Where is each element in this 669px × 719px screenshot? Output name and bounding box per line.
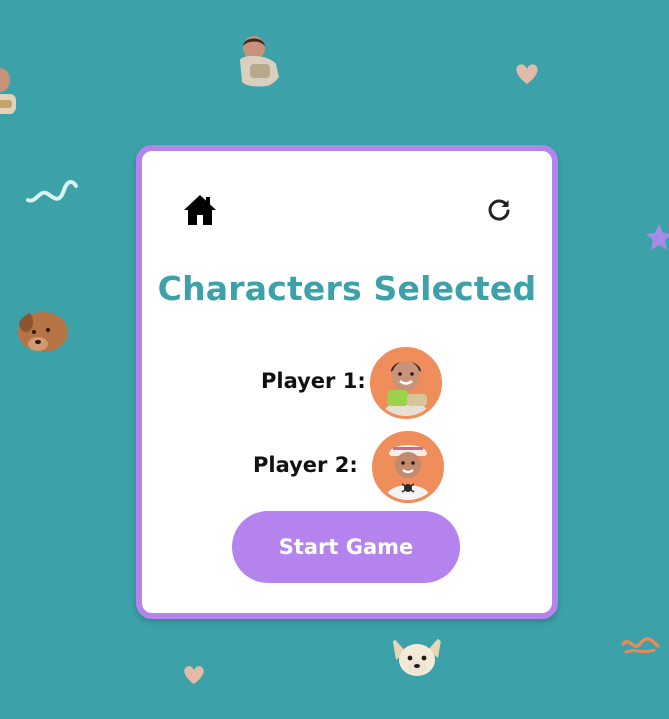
player-2-label: Player 2:	[253, 453, 358, 477]
player-1-label: Player 1:	[261, 369, 366, 393]
heart-decoration	[516, 64, 538, 84]
dog-sticker	[18, 312, 68, 352]
start-game-button[interactable]: Start Game	[232, 511, 460, 583]
player-2-row: Player 2:	[142, 431, 552, 503]
squiggle-decoration	[26, 180, 78, 203]
boy-sticker	[240, 36, 280, 87]
restart-button[interactable]	[486, 197, 512, 223]
player-1-avatar	[370, 347, 442, 419]
home-icon	[184, 195, 216, 225]
heart-decoration	[184, 666, 204, 685]
selection-card: Characters Selected Player 1: Player 2:	[136, 145, 558, 619]
boy-eating-portrait	[373, 350, 439, 416]
home-button[interactable]	[182, 193, 218, 227]
squiggle-decoration	[621, 637, 660, 654]
boy-sticker	[0, 68, 16, 114]
restart-icon	[488, 199, 510, 221]
player-1-row: Player 1:	[142, 347, 552, 419]
chihuahua-sticker	[392, 634, 442, 676]
page-title: Characters Selected	[157, 269, 537, 308]
player-2-avatar	[372, 431, 444, 503]
boy-with-cap-portrait	[375, 434, 441, 500]
star-decoration	[646, 224, 669, 250]
